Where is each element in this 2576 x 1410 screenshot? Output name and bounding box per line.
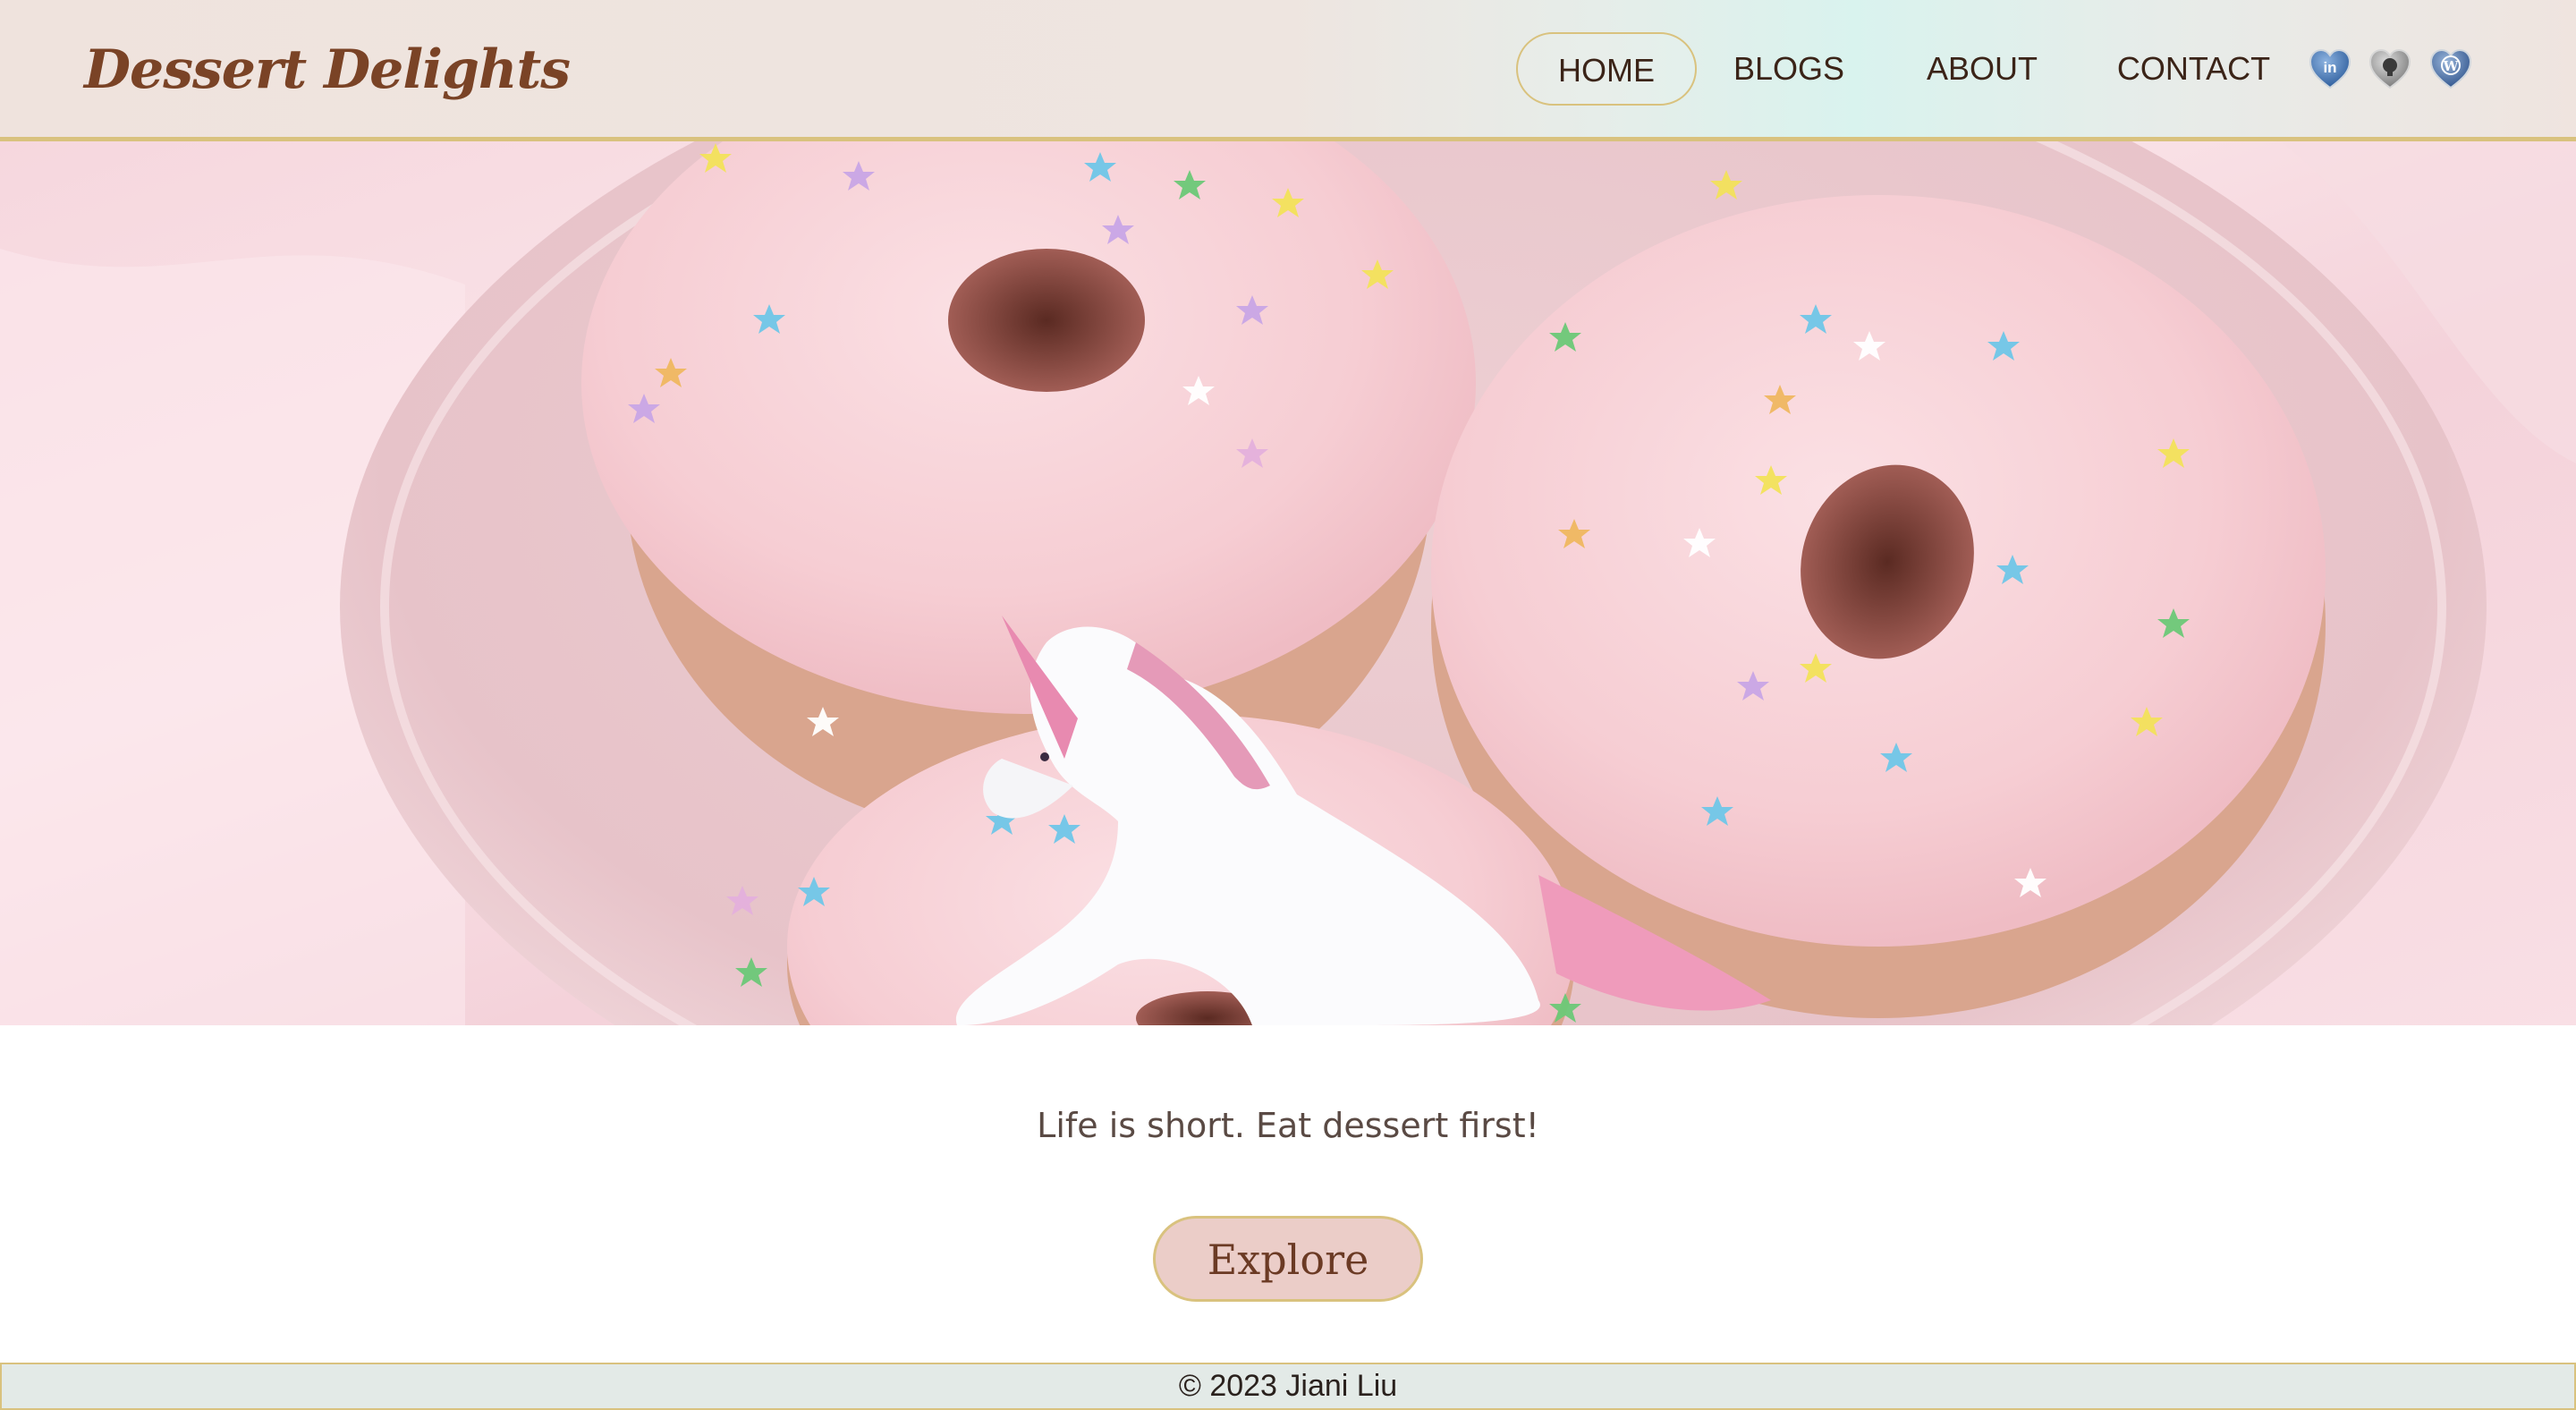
copyright-text: © 2023 Jiani Liu — [1178, 1369, 1398, 1403]
hero-image — [0, 141, 2576, 1025]
site-header: Dessert Delights HOME BLOGS ABOUT CONTAC… — [0, 0, 2576, 141]
svg-text:W: W — [2443, 58, 2460, 74]
site-footer: © 2023 Jiani Liu — [0, 1363, 2576, 1410]
github-icon[interactable] — [2368, 47, 2412, 91]
main-nav: HOME BLOGS ABOUT CONTACT in W — [0, 0, 2576, 137]
tagline: Life is short. Eat dessert first! — [1037, 1106, 1539, 1145]
svg-text:in: in — [2323, 59, 2336, 76]
explore-button[interactable]: Explore — [1153, 1216, 1423, 1302]
nav-item-contact[interactable]: CONTACT — [2115, 32, 2272, 106]
nav-item-home[interactable]: HOME — [1516, 32, 1697, 106]
linkedin-icon[interactable]: in — [2308, 47, 2352, 91]
nav-item-blogs[interactable]: BLOGS — [1726, 32, 1852, 106]
wordpress-icon[interactable]: W — [2428, 47, 2473, 91]
nav-item-about[interactable]: ABOUT — [1919, 32, 2045, 106]
